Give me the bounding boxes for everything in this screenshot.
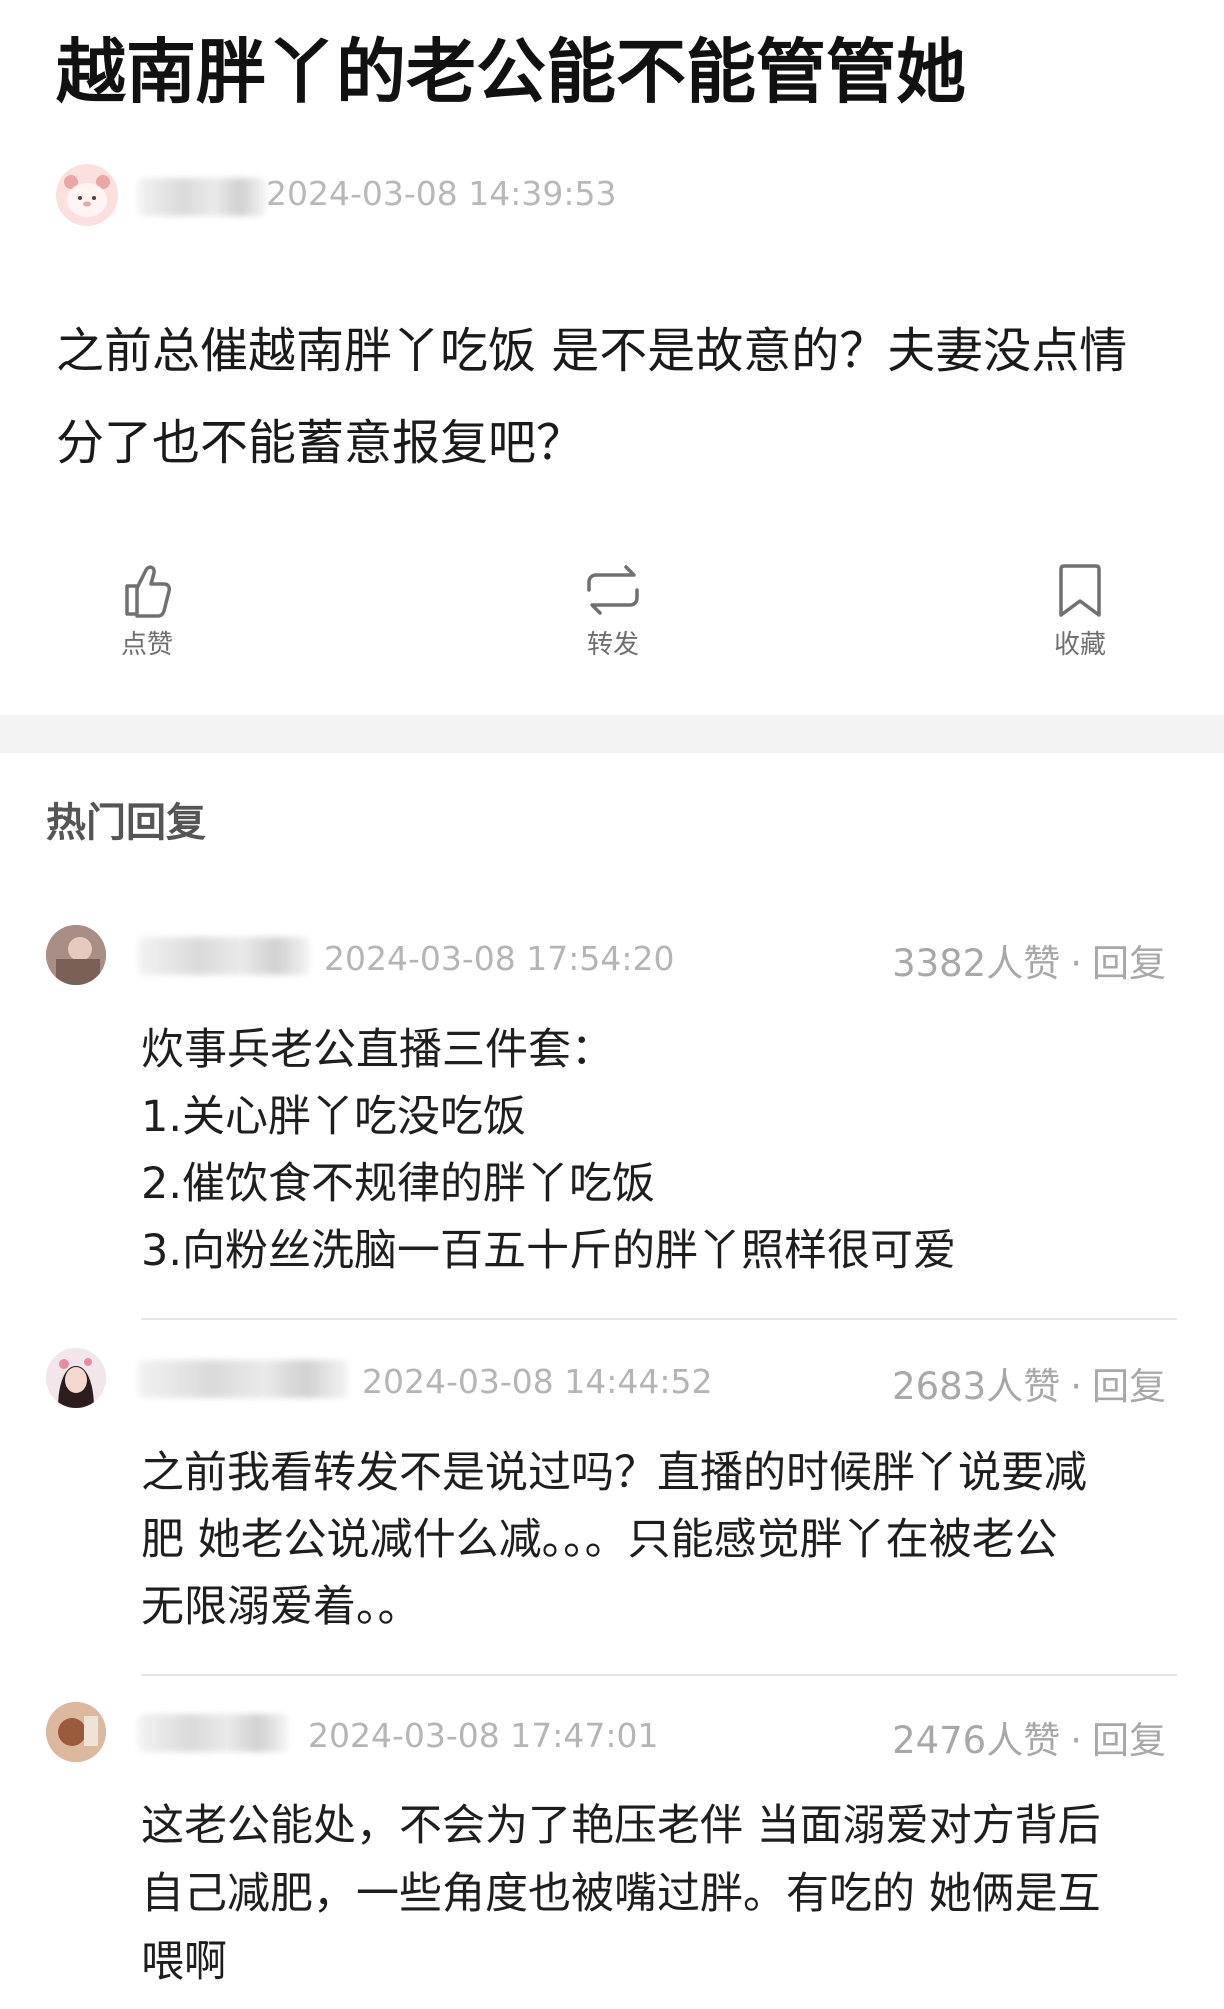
- commenter-avatar[interactable]: [46, 925, 106, 985]
- comment-line: 无限溺爱着。。: [141, 1582, 421, 1632]
- comment-meta: 2683人赞 · 回复: [892, 1356, 1166, 1410]
- comment-line: 2.催饮食不规律的胖丫吃饭: [141, 1159, 656, 1209]
- author-avatar[interactable]: [56, 164, 118, 226]
- section-divider: [0, 715, 1224, 753]
- commenter-name-blurred[interactable]: [138, 1714, 288, 1752]
- reply-button[interactable]: 回复: [1092, 942, 1166, 985]
- avatar-photo-icon: [46, 1702, 106, 1762]
- meta-separator: ·: [1070, 1365, 1082, 1408]
- repost-icon: [587, 565, 639, 615]
- post-title: 越南胖丫的老公能不能管管她: [56, 31, 966, 113]
- commenter-name-blurred[interactable]: [138, 1360, 348, 1398]
- repost-button[interactable]: 转发: [543, 560, 683, 661]
- like-label: 点赞: [120, 630, 173, 660]
- comment-line: 之前我看转发不是说过吗？直播的时候胖丫说要减: [141, 1448, 1087, 1498]
- like-count[interactable]: 3382人赞: [892, 942, 1060, 985]
- like-button[interactable]: 点赞: [77, 560, 217, 661]
- comment-text: 炊事兵老公直播三件套： 1.关心胖丫吃没吃饭 2.催饮食不规律的胖丫吃饭 3.向…: [141, 1017, 1181, 1285]
- bookmark-icon: [1059, 564, 1101, 617]
- favorite-button[interactable]: 收藏: [1010, 560, 1150, 661]
- author-name-blurred[interactable]: [138, 178, 266, 216]
- comment-line: 这老公能处，不会为了艳压老伴 当面溺爱对方背后: [141, 1801, 1101, 1851]
- comment-text: 之前我看转发不是说过吗？直播的时候胖丫说要减 肥 她老公说减什么减。。。只能感觉…: [141, 1440, 1181, 1641]
- thumbs-up-icon: [125, 565, 171, 618]
- comment-text: 这老公能处，不会为了艳压老伴 当面溺爱对方背后 自己减肥，一些角度也被嘴过胖。有…: [141, 1792, 1181, 1996]
- comment-line: 喂啊: [141, 1937, 227, 1987]
- comment-timestamp: 2024-03-08 17:47:01: [308, 1716, 659, 1755]
- comment-timestamp: 2024-03-08 17:54:20: [324, 939, 675, 978]
- comment-line: 1.关心胖丫吃没吃饭: [141, 1092, 527, 1142]
- post-timestamp: 2024-03-08 14:39:53: [266, 174, 617, 213]
- hot-replies-heading: 热门回复: [46, 800, 206, 846]
- commenter-avatar[interactable]: [46, 1348, 106, 1408]
- comment-timestamp: 2024-03-08 14:44:52: [362, 1362, 713, 1401]
- comment-divider: [141, 1318, 1177, 1320]
- comment-line: 肥 她老公说减什么减。。。只能感觉胖丫在被老公: [141, 1515, 1058, 1565]
- favorite-label: 收藏: [1053, 630, 1106, 660]
- action-bar: 点赞 转发 收藏: [0, 560, 1224, 680]
- avatar-girl-icon: [46, 1348, 106, 1408]
- reply-button[interactable]: 回复: [1092, 1365, 1166, 1408]
- commenter-name-blurred[interactable]: [138, 937, 310, 975]
- comment-line: 3.向粉丝洗脑一百五十斤的胖丫照样很可爱: [141, 1226, 957, 1276]
- comment-meta: 2476人赞 · 回复: [892, 1710, 1166, 1764]
- repost-label: 转发: [586, 630, 639, 660]
- post-author-row: 2024-03-08 14:39:53: [56, 164, 1156, 228]
- commenter-avatar[interactable]: [46, 1702, 106, 1762]
- post-body: 之前总催越南胖丫吃饭 是不是故意的？夫妻没点情分了也不能蓄意报复吧？: [56, 323, 1128, 471]
- comment-divider: [141, 1674, 1177, 1676]
- meta-separator: ·: [1070, 942, 1082, 985]
- comment-line: 炊事兵老公直播三件套：: [141, 1025, 614, 1075]
- reply-button[interactable]: 回复: [1092, 1719, 1166, 1762]
- comment-meta: 3382人赞 · 回复: [892, 933, 1166, 987]
- avatar-photo-icon: [46, 925, 106, 985]
- meta-separator: ·: [1070, 1719, 1082, 1762]
- like-count[interactable]: 2683人赞: [892, 1365, 1060, 1408]
- like-count[interactable]: 2476人赞: [892, 1719, 1060, 1762]
- comment-line: 自己减肥，一些角度也被嘴过胖。有吃的 她俩是互: [141, 1869, 1101, 1919]
- avatar-bear-icon: [56, 164, 118, 226]
